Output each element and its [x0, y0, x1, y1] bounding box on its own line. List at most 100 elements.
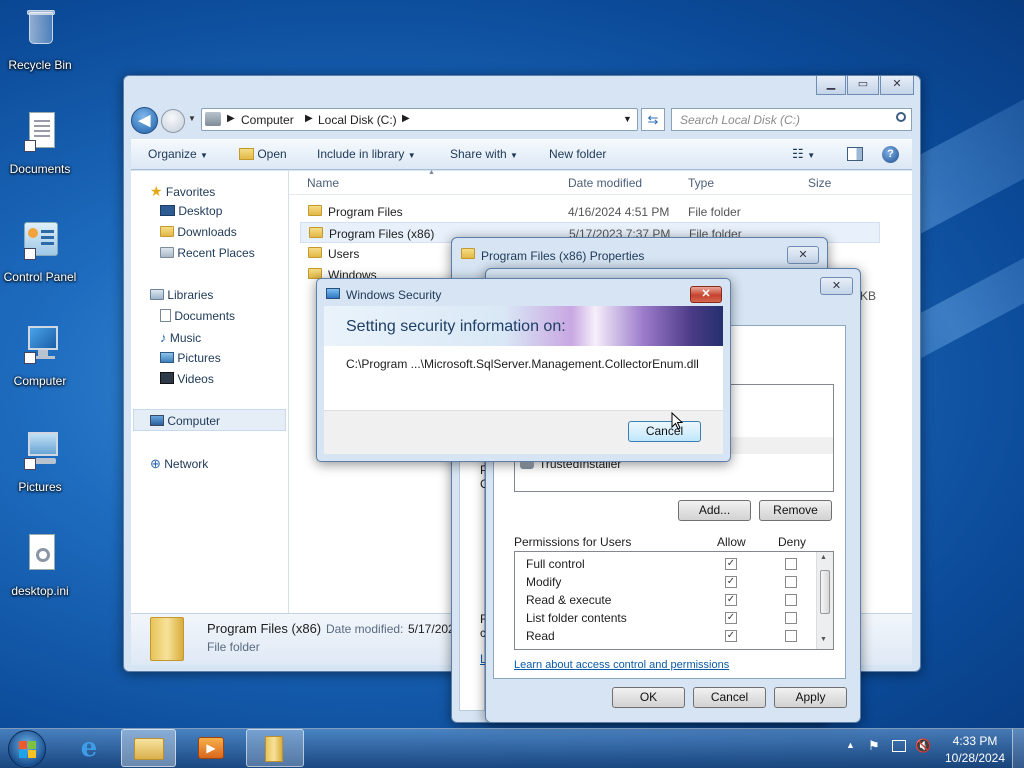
folder-icon	[265, 736, 283, 762]
nav-pictures[interactable]: Pictures	[160, 351, 221, 365]
show-hidden-icons-arrow[interactable]: ▲	[846, 740, 855, 750]
allow-checkbox[interactable]: ✓	[725, 612, 737, 624]
preview-pane-icon[interactable]	[847, 147, 863, 161]
document-icon	[160, 309, 171, 322]
computer-drive-icon	[205, 112, 221, 126]
organize-menu[interactable]: Organize ▼	[148, 147, 208, 161]
taskbar-properties-button[interactable]	[246, 729, 304, 767]
add-button[interactable]: Add...	[678, 500, 751, 521]
breadcrumb-chevron-icon: ▶	[402, 113, 410, 124]
allow-checkbox[interactable]: ✓	[725, 630, 737, 642]
allow-column-label: Allow	[717, 535, 746, 549]
nav-documents[interactable]: Documents	[160, 309, 235, 323]
dropdown-arrow-icon: ▼	[200, 151, 208, 160]
refresh-button[interactable]: ⇆	[641, 108, 665, 131]
scroll-up-icon[interactable]: ▲	[820, 554, 827, 561]
column-type[interactable]: Type	[688, 176, 714, 190]
security-dialog-close-button[interactable]: ✕	[690, 286, 722, 303]
nav-downloads[interactable]: Downloads	[160, 225, 237, 239]
view-options-button[interactable]: ☷ ▼	[792, 146, 815, 162]
allow-checkbox[interactable]: ✓	[725, 594, 737, 606]
nav-libraries[interactable]: Libraries	[150, 288, 213, 302]
recent-pages-dropdown[interactable]: ▼	[188, 114, 196, 123]
desktop-icon-documents[interactable]: Documents	[0, 110, 80, 176]
desktop-icon-recycle-bin[interactable]: Recycle Bin	[0, 6, 80, 72]
volume-muted-icon[interactable]: 🔇	[915, 738, 931, 754]
back-button[interactable]: ◀	[131, 107, 158, 134]
large-folder-icon	[150, 617, 184, 661]
table-row[interactable]: Program Files 4/16/2024 4:51 PM File fol…	[300, 201, 880, 222]
nav-music[interactable]: ♪ Music	[160, 330, 201, 345]
open-button[interactable]: Open	[239, 147, 287, 161]
security-close-button[interactable]: ✕	[820, 277, 853, 295]
column-size[interactable]: Size	[808, 176, 831, 190]
deny-checkbox[interactable]	[785, 558, 797, 570]
forward-button[interactable]	[161, 109, 185, 133]
search-box[interactable]: Search Local Disk (C:)	[671, 108, 912, 131]
deny-checkbox[interactable]	[785, 594, 797, 606]
share-with-menu[interactable]: Share with ▼	[450, 147, 518, 161]
security-cancel-button[interactable]: Cancel	[628, 421, 701, 442]
nav-recent-places[interactable]: Recent Places	[160, 246, 255, 260]
minimize-button[interactable]: ▁	[816, 76, 846, 95]
maximize-button[interactable]: ▭	[847, 76, 879, 95]
network-icon: ⊕	[150, 456, 161, 471]
cancel-button[interactable]: Cancel	[693, 687, 766, 708]
scroll-down-icon[interactable]: ▼	[820, 636, 827, 643]
action-center-flag-icon[interactable]: ⚑	[868, 738, 880, 754]
apply-button[interactable]: Apply	[774, 687, 847, 708]
new-folder-button[interactable]: New folder	[549, 147, 606, 161]
address-bar[interactable]: ▶ Computer ▶ Local Disk (C:) ▶ ▼	[201, 108, 638, 131]
taskbar-media-player-button[interactable]: ▶	[184, 729, 239, 767]
details-type: File folder	[207, 640, 260, 654]
scroll-thumb[interactable]	[820, 570, 830, 614]
desktop-icon-desktop-ini[interactable]: desktop.ini	[0, 532, 80, 598]
media-player-icon: ▶	[198, 737, 224, 759]
arrow-left-icon: ◀	[138, 112, 151, 129]
file-name: Program Files (x86)	[329, 227, 435, 241]
address-dropdown-icon[interactable]: ▼	[623, 114, 632, 124]
desktop-icon-label: Control Panel	[3, 270, 77, 284]
properties-close-button[interactable]: ✕	[787, 246, 819, 264]
nav-videos[interactable]: Videos	[160, 372, 214, 386]
network-status-icon[interactable]	[892, 740, 906, 752]
security-dialog-title: Windows Security	[346, 288, 442, 302]
start-button[interactable]	[8, 730, 46, 768]
column-name[interactable]: Name	[307, 176, 339, 190]
permissions-scrollbar[interactable]: ▲ ▼	[816, 552, 833, 649]
mouse-cursor-icon	[671, 412, 683, 430]
desktop-icon-pictures[interactable]: Pictures	[0, 428, 80, 494]
internet-explorer-icon[interactable]: e	[72, 733, 106, 763]
desktop-icon-computer[interactable]: Computer	[0, 322, 80, 388]
column-date-modified[interactable]: Date modified	[568, 176, 642, 190]
close-button[interactable]: ✕	[880, 76, 914, 95]
allow-checkbox[interactable]: ✓	[725, 576, 737, 588]
remove-button[interactable]: Remove	[759, 500, 832, 521]
file-name: Program Files	[328, 205, 403, 219]
nav-favorites[interactable]: ★ Favorites	[150, 183, 215, 200]
nav-desktop[interactable]: Desktop	[160, 204, 222, 218]
security-body	[324, 346, 723, 410]
access-control-help-link[interactable]: Learn about access control and permissio…	[514, 659, 729, 671]
desktop-icon-control-panel[interactable]: Control Panel	[0, 218, 80, 284]
nav-network[interactable]: ⊕ Network	[150, 456, 208, 472]
nav-computer[interactable]: Computer	[150, 414, 220, 428]
ok-button[interactable]: OK	[612, 687, 685, 708]
show-desktop-button[interactable]	[1012, 729, 1024, 768]
desktop-icon-label: Computer	[13, 374, 67, 388]
help-icon[interactable]: ?	[882, 146, 899, 163]
file-type: File folder	[688, 205, 741, 219]
deny-checkbox[interactable]	[785, 576, 797, 588]
properties-title: Program Files (x86) Properties	[481, 249, 645, 263]
allow-checkbox[interactable]: ✓	[725, 558, 737, 570]
folder-icon	[308, 205, 322, 216]
include-in-library-menu[interactable]: Include in library ▼	[317, 147, 416, 161]
file-date: 4/16/2024 4:51 PM	[568, 205, 670, 219]
deny-checkbox[interactable]	[785, 612, 797, 624]
folder-icon	[461, 248, 475, 259]
breadcrumb-local-disk[interactable]: Local Disk (C:)	[318, 113, 397, 127]
taskbar-explorer-button[interactable]	[121, 729, 176, 767]
clock[interactable]: 4:33 PM 10/28/2024	[944, 734, 1006, 765]
breadcrumb-computer[interactable]: Computer	[241, 113, 294, 127]
deny-checkbox[interactable]	[785, 630, 797, 642]
